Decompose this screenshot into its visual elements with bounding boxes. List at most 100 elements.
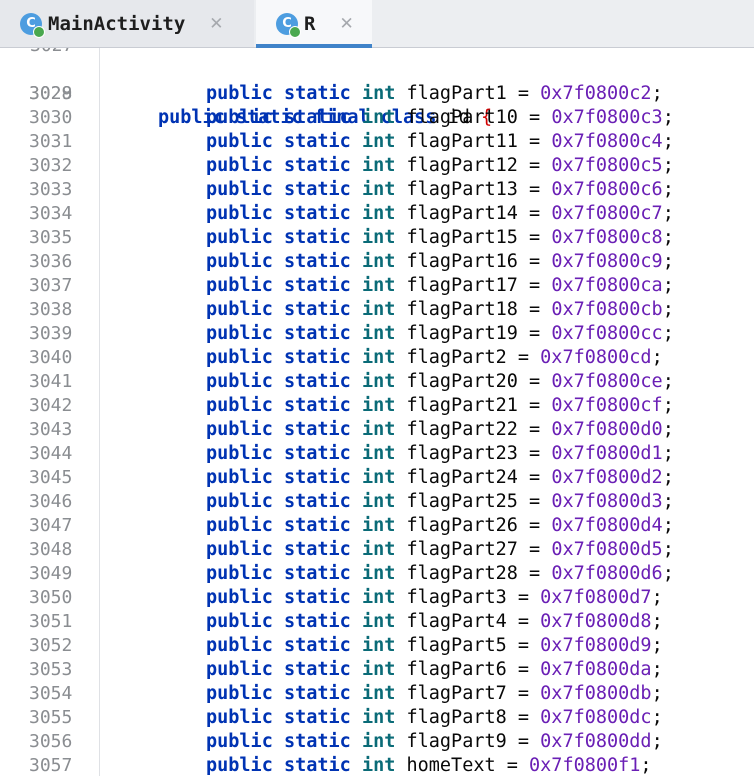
field-name: flagPart26	[406, 515, 518, 536]
code-line-field[interactable]: 3045 public static int flagPart24 = 0x7f0…	[0, 466, 754, 490]
code-text: public static int flagPart27 = 0x7f0800d…	[206, 538, 674, 562]
code-text: public static int flagPart9 = 0x7f0800dd…	[206, 730, 663, 754]
field-name: flagPart22	[406, 419, 518, 440]
semicolon: ;	[662, 395, 674, 416]
semicolon: ;	[662, 563, 674, 584]
code-line-field[interactable]: 3042 public static int flagPart21 = 0x7f0…	[0, 394, 754, 418]
assignment-operator: =	[517, 515, 552, 536]
keyword: public static	[206, 275, 351, 296]
code-line-class-declaration[interactable]: 3028 public static final class id {	[0, 58, 754, 128]
code-line-field[interactable]: 3041 public static int flagPart20 = 0x7f0…	[0, 370, 754, 394]
keyword: public static	[206, 83, 351, 104]
code-line-field[interactable]: 3056 public static int flagPart9 = 0x7f08…	[0, 730, 754, 754]
semicolon: ;	[651, 635, 663, 656]
line-number: 3036	[29, 251, 73, 272]
field-name: flagPart23	[406, 443, 518, 464]
keyword: public static	[206, 443, 351, 464]
close-icon[interactable]: ✕	[209, 14, 223, 34]
type-keyword: int	[361, 155, 396, 176]
code-line-field[interactable]: 3036 public static int flagPart16 = 0x7f0…	[0, 250, 754, 274]
code-text: public static int flagPart15 = 0x7f0800c…	[206, 226, 674, 250]
code-text: public static int flagPart16 = 0x7f0800c…	[206, 250, 674, 274]
close-icon[interactable]: ✕	[339, 14, 353, 34]
code-line-field[interactable]: 3032 public static int flagPart12 = 0x7f0…	[0, 154, 754, 178]
line-number: 3055	[29, 707, 73, 728]
field-value: 0x7f0800d9	[540, 635, 652, 656]
code-text: public static int flagPart2 = 0x7f0800cd…	[206, 346, 663, 370]
code-editor[interactable]: 3027 3028 public static final class id {…	[0, 48, 754, 776]
assignment-operator: =	[517, 419, 552, 440]
field-value: 0x7f0800dd	[540, 731, 652, 752]
field-value: 0x7f0800c4	[551, 131, 663, 152]
assignment-operator: =	[517, 131, 552, 152]
keyword: public static	[206, 611, 351, 632]
code-line-field[interactable]: 3047 public static int flagPart26 = 0x7f0…	[0, 514, 754, 538]
semicolon: ;	[662, 131, 674, 152]
code-line-field[interactable]: 3030 public static int flagPart10 = 0x7f0…	[0, 106, 754, 130]
field-value: 0x7f0800cd	[540, 347, 652, 368]
field-value: 0x7f0800d4	[551, 515, 663, 536]
code-line-field[interactable]: 3035 public static int flagPart15 = 0x7f0…	[0, 226, 754, 250]
field-value: 0x7f0800d0	[551, 419, 663, 440]
line-number: 3029	[29, 83, 73, 104]
code-line-field[interactable]: 3050 public static int flagPart3 = 0x7f08…	[0, 586, 754, 610]
assignment-operator: =	[506, 731, 541, 752]
field-name: flagPart9	[406, 731, 507, 752]
line-number: 3027	[30, 48, 73, 58]
code-line-field[interactable]: 3046 public static int flagPart25 = 0x7f0…	[0, 490, 754, 514]
code-line-field[interactable]: 3029 public static int flagPart1 = 0x7f08…	[0, 82, 754, 106]
semicolon: ;	[662, 299, 674, 320]
line-number: 3056	[29, 731, 73, 752]
code-line-field[interactable]: 3038 public static int flagPart18 = 0x7f0…	[0, 298, 754, 322]
code-line-field[interactable]: 3048 public static int flagPart27 = 0x7f0…	[0, 538, 754, 562]
line-number: 3038	[29, 299, 73, 320]
code-line-field[interactable]: 3054 public static int flagPart7 = 0x7f08…	[0, 682, 754, 706]
code-line-field[interactable]: 3055 public static int flagPart8 = 0x7f08…	[0, 706, 754, 730]
semicolon: ;	[662, 179, 674, 200]
code-text: public static int flagPart10 = 0x7f0800c…	[206, 106, 674, 130]
code-line-field[interactable]: 3044 public static int flagPart23 = 0x7f0…	[0, 442, 754, 466]
keyword: public static	[206, 251, 351, 272]
type-keyword: int	[361, 731, 396, 752]
code-line-field[interactable]: 3051 public static int flagPart4 = 0x7f08…	[0, 610, 754, 634]
tab-r[interactable]: C R ✕	[256, 0, 372, 48]
field-name: flagPart7	[406, 683, 507, 704]
code-line-field[interactable]: 3053 public static int flagPart6 = 0x7f08…	[0, 658, 754, 682]
type-keyword: int	[361, 755, 396, 776]
code-line-field[interactable]: 3037 public static int flagPart17 = 0x7f0…	[0, 274, 754, 298]
class-icon-badge	[33, 25, 45, 38]
field-name: flagPart10	[406, 107, 518, 128]
code-line-field[interactable]: 3043 public static int flagPart22 = 0x7f0…	[0, 418, 754, 442]
code-line-field[interactable]: 3033 public static int flagPart13 = 0x7f0…	[0, 178, 754, 202]
code-line-field[interactable]: 3052 public static int flagPart5 = 0x7f08…	[0, 634, 754, 658]
code-line-field[interactable]: 3031 public static int flagPart11 = 0x7f0…	[0, 130, 754, 154]
code-text: public static int flagPart3 = 0x7f0800d7…	[206, 586, 663, 610]
type-keyword: int	[361, 299, 396, 320]
keyword: public static	[206, 539, 351, 560]
assignment-operator: =	[506, 635, 541, 656]
keyword: public static	[206, 515, 351, 536]
code-line-field[interactable]: 3040 public static int flagPart2 = 0x7f08…	[0, 346, 754, 370]
code-line-field[interactable]: 3057 public static int homeText = 0x7f080…	[0, 754, 754, 776]
keyword: public static	[206, 683, 351, 704]
field-name: flagPart16	[406, 251, 518, 272]
code-line-field[interactable]: 3039 public static int flagPart19 = 0x7f0…	[0, 322, 754, 346]
semicolon: ;	[651, 83, 663, 104]
assignment-operator: =	[517, 275, 552, 296]
assignment-operator: =	[517, 323, 552, 344]
field-value: 0x7f0800ca	[551, 275, 663, 296]
type-keyword: int	[361, 323, 396, 344]
field-name: flagPart15	[406, 227, 518, 248]
class-icon-badge	[289, 25, 301, 38]
code-line-field[interactable]: 3034 public static int flagPart14 = 0x7f0…	[0, 202, 754, 226]
line-number: 3043	[29, 419, 73, 440]
editor-tab-bar: C MainActivity ✕ C R ✕	[0, 0, 754, 48]
tab-mainactivity[interactable]: C MainActivity ✕	[0, 0, 254, 47]
type-keyword: int	[361, 83, 396, 104]
field-value: 0x7f0800c6	[551, 179, 663, 200]
type-keyword: int	[361, 707, 396, 728]
semicolon: ;	[651, 611, 663, 632]
semicolon: ;	[662, 155, 674, 176]
code-line-field[interactable]: 3049 public static int flagPart28 = 0x7f0…	[0, 562, 754, 586]
line-number: 3048	[29, 539, 73, 560]
